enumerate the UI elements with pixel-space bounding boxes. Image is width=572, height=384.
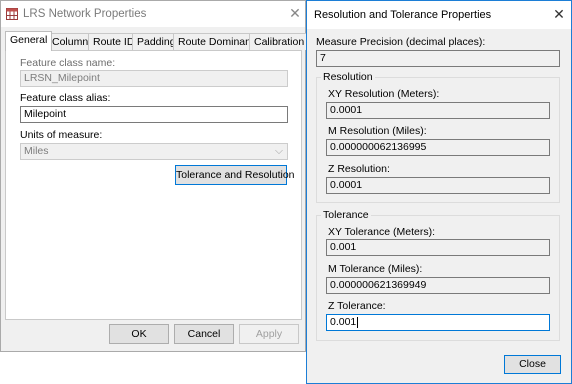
- resolution-tolerance-dialog: Resolution and Tolerance Properties ✕ Me…: [306, 0, 572, 384]
- close-button[interactable]: Close: [504, 355, 561, 374]
- xy-resolution-label: XY Resolution (Meters):: [328, 88, 440, 100]
- xy-tolerance-field: 0.001: [326, 239, 550, 256]
- z-tolerance-label: Z Tolerance:: [328, 300, 386, 312]
- units-of-measure-value: Miles: [24, 145, 49, 157]
- feature-class-name-field: LRSN_Milepoint: [20, 70, 288, 87]
- general-tab-panel: Feature class name: LRSN_Milepoint Featu…: [5, 50, 302, 320]
- z-tolerance-value: 0.001: [330, 316, 357, 328]
- z-resolution-label: Z Resolution:: [328, 163, 390, 175]
- text-caret: [357, 316, 359, 328]
- tab-general[interactable]: General: [5, 31, 53, 51]
- m-resolution-field: 0.000000062136995: [326, 139, 550, 156]
- tolerance-group-title: Tolerance: [321, 209, 371, 221]
- ok-button[interactable]: OK: [109, 324, 169, 344]
- m-tolerance-label: M Tolerance (Miles):: [328, 263, 423, 275]
- cancel-button[interactable]: Cancel: [174, 324, 234, 344]
- xy-tolerance-label: XY Tolerance (Meters):: [328, 226, 435, 238]
- feature-class-name-label: Feature class name:: [20, 57, 116, 69]
- z-tolerance-input[interactable]: 0.001: [326, 314, 550, 331]
- units-of-measure-label: Units of measure:: [20, 129, 103, 141]
- xy-resolution-field: 0.0001: [326, 102, 550, 119]
- lrs-network-properties-dialog: LRS Network Properties ✕ General Columns…: [0, 0, 310, 352]
- tolerance-and-resolution-button[interactable]: Tolerance and Resolution: [175, 165, 295, 185]
- resolution-group-title: Resolution: [321, 71, 375, 83]
- rt-title: Resolution and Tolerance Properties: [314, 9, 492, 21]
- feature-class-alias-input[interactable]: Milepoint: [20, 106, 288, 123]
- apply-button: Apply: [239, 324, 299, 344]
- chevron-down-icon: ⌵: [275, 145, 283, 157]
- rt-title-bar[interactable]: Resolution and Tolerance Properties ✕: [307, 1, 571, 29]
- lrs-close-icon[interactable]: ✕: [287, 5, 303, 21]
- app-table-icon: [6, 8, 18, 20]
- z-resolution-field: 0.0001: [326, 177, 550, 194]
- m-tolerance-field: 0.000000621369949: [326, 277, 550, 294]
- units-of-measure-select: Miles ⌵: [20, 143, 288, 160]
- measure-precision-field: 7: [316, 50, 560, 67]
- feature-class-alias-label: Feature class alias:: [20, 92, 111, 104]
- lrs-title: LRS Network Properties: [23, 8, 147, 20]
- measure-precision-label: Measure Precision (decimal places):: [316, 36, 486, 48]
- lrs-title-bar[interactable]: LRS Network Properties ✕: [1, 1, 305, 27]
- m-resolution-label: M Resolution (Miles):: [328, 125, 427, 137]
- rt-close-icon[interactable]: ✕: [551, 6, 567, 22]
- tab-calibration[interactable]: Calibration: [249, 33, 310, 50]
